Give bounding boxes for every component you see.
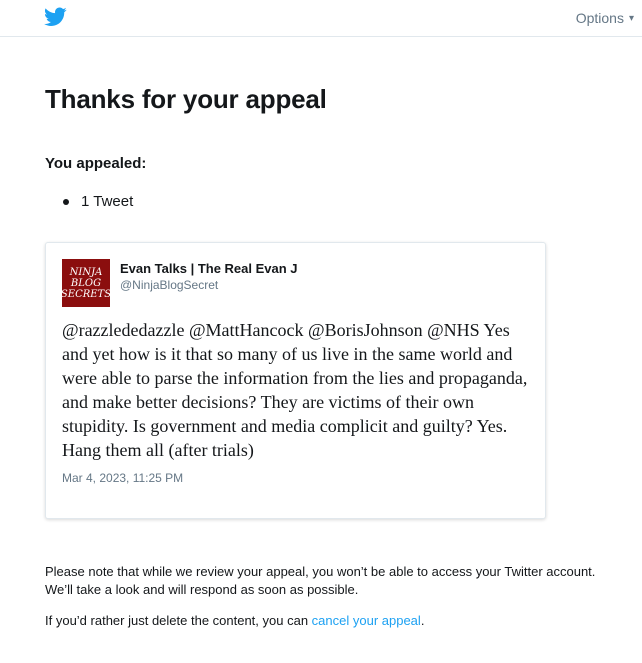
appealed-item-label: 1 Tweet: [81, 193, 134, 210]
tweet-card: NINJA BLOG SECRETS Evan Talks | The Real…: [45, 242, 546, 519]
avatar: NINJA BLOG SECRETS: [60, 259, 112, 307]
tweet-timestamp: Mar 4, 2023, 11:25 PM: [62, 471, 184, 485]
top-bar: Options ▾: [0, 0, 642, 37]
tweet-author-name: Evan Talks | The Real Evan J: [120, 261, 298, 276]
tweet-text: @razzlededazzle @MattHancock @BorisJohns…: [62, 320, 528, 460]
bullet-icon: [63, 198, 69, 205]
avatar-text-line: SECRETS: [60, 288, 112, 300]
avatar-text-line: BLOG: [70, 277, 102, 289]
cancel-appeal-link[interactable]: cancel your appeal: [312, 613, 421, 628]
delete-note: If you’d rather just delete the content,…: [45, 613, 424, 628]
list-item: 1 Tweet: [63, 193, 133, 210]
avatar-text-line: NINJA: [69, 266, 103, 278]
page-title: Thanks for your appeal: [45, 84, 327, 114]
review-note: Please note that while we review your ap…: [45, 564, 596, 597]
chevron-down-icon: ▾: [628, 12, 634, 24]
appealed-label: You appealed:: [45, 155, 147, 172]
delete-note-suffix: .: [420, 613, 425, 628]
twitter-bird-icon[interactable]: [44, 7, 67, 27]
tweet-author-handle: @NinjaBlogSecret: [120, 278, 219, 292]
delete-note-text: If you’d rather just delete the content,…: [45, 613, 312, 628]
options-label[interactable]: Options: [576, 10, 624, 26]
options-menu[interactable]: Options ▾: [576, 10, 634, 26]
